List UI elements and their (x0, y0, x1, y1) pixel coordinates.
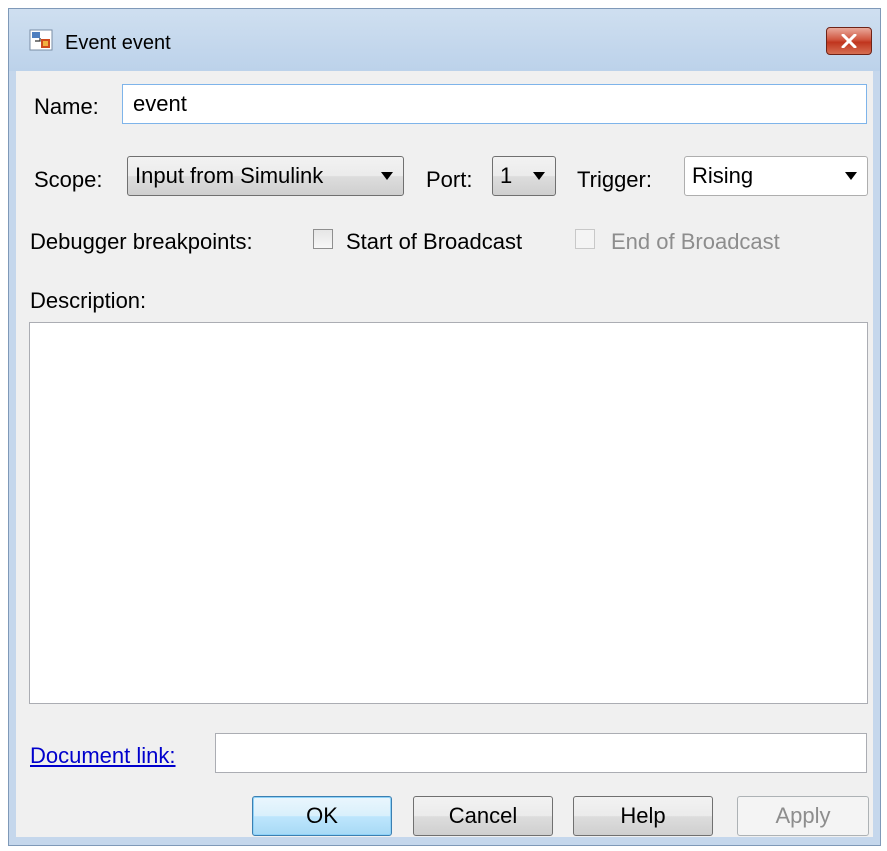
start-of-broadcast-checkbox[interactable] (313, 229, 333, 249)
apply-button: Apply (737, 796, 869, 836)
dialog-window: Event event Name: event Scope: Input fro… (8, 8, 881, 846)
window-title: Event event (65, 32, 171, 54)
close-button[interactable] (826, 27, 872, 55)
chevron-down-icon (533, 172, 545, 180)
close-icon (841, 34, 857, 48)
port-dropdown-value: 1 (500, 163, 513, 188)
trigger-label: Trigger: (577, 167, 652, 192)
end-of-broadcast-label: End of Broadcast (611, 229, 780, 254)
scope-dropdown[interactable]: Input from Simulink (127, 156, 404, 196)
stateflow-event-icon (29, 29, 53, 51)
title-bar[interactable]: Event event (9, 9, 880, 71)
cancel-button[interactable]: Cancel (413, 796, 553, 836)
port-dropdown[interactable]: 1 (492, 156, 556, 196)
name-input-value: event (133, 91, 187, 116)
chevron-down-icon (845, 172, 857, 180)
document-link-label[interactable]: Document link: (30, 743, 176, 769)
name-input[interactable]: event (122, 84, 867, 124)
port-label: Port: (426, 167, 473, 192)
trigger-dropdown-value: Rising (692, 163, 754, 188)
scope-dropdown-value: Input from Simulink (135, 163, 324, 188)
breakpoints-label: Debugger breakpoints: (30, 229, 253, 254)
scope-label: Scope: (34, 167, 103, 192)
help-button[interactable]: Help (573, 796, 713, 836)
description-textarea[interactable] (29, 322, 868, 704)
trigger-dropdown[interactable]: Rising (684, 156, 868, 196)
end-of-broadcast-checkbox (575, 229, 595, 249)
ok-button[interactable]: OK (252, 796, 392, 836)
dialog-content: Name: event Scope: Input from Simulink P… (16, 71, 873, 837)
name-label: Name: (34, 94, 99, 119)
start-of-broadcast-label[interactable]: Start of Broadcast (346, 229, 522, 255)
chevron-down-icon (381, 172, 393, 180)
document-link-input[interactable] (215, 733, 867, 773)
description-label: Description: (30, 288, 147, 313)
